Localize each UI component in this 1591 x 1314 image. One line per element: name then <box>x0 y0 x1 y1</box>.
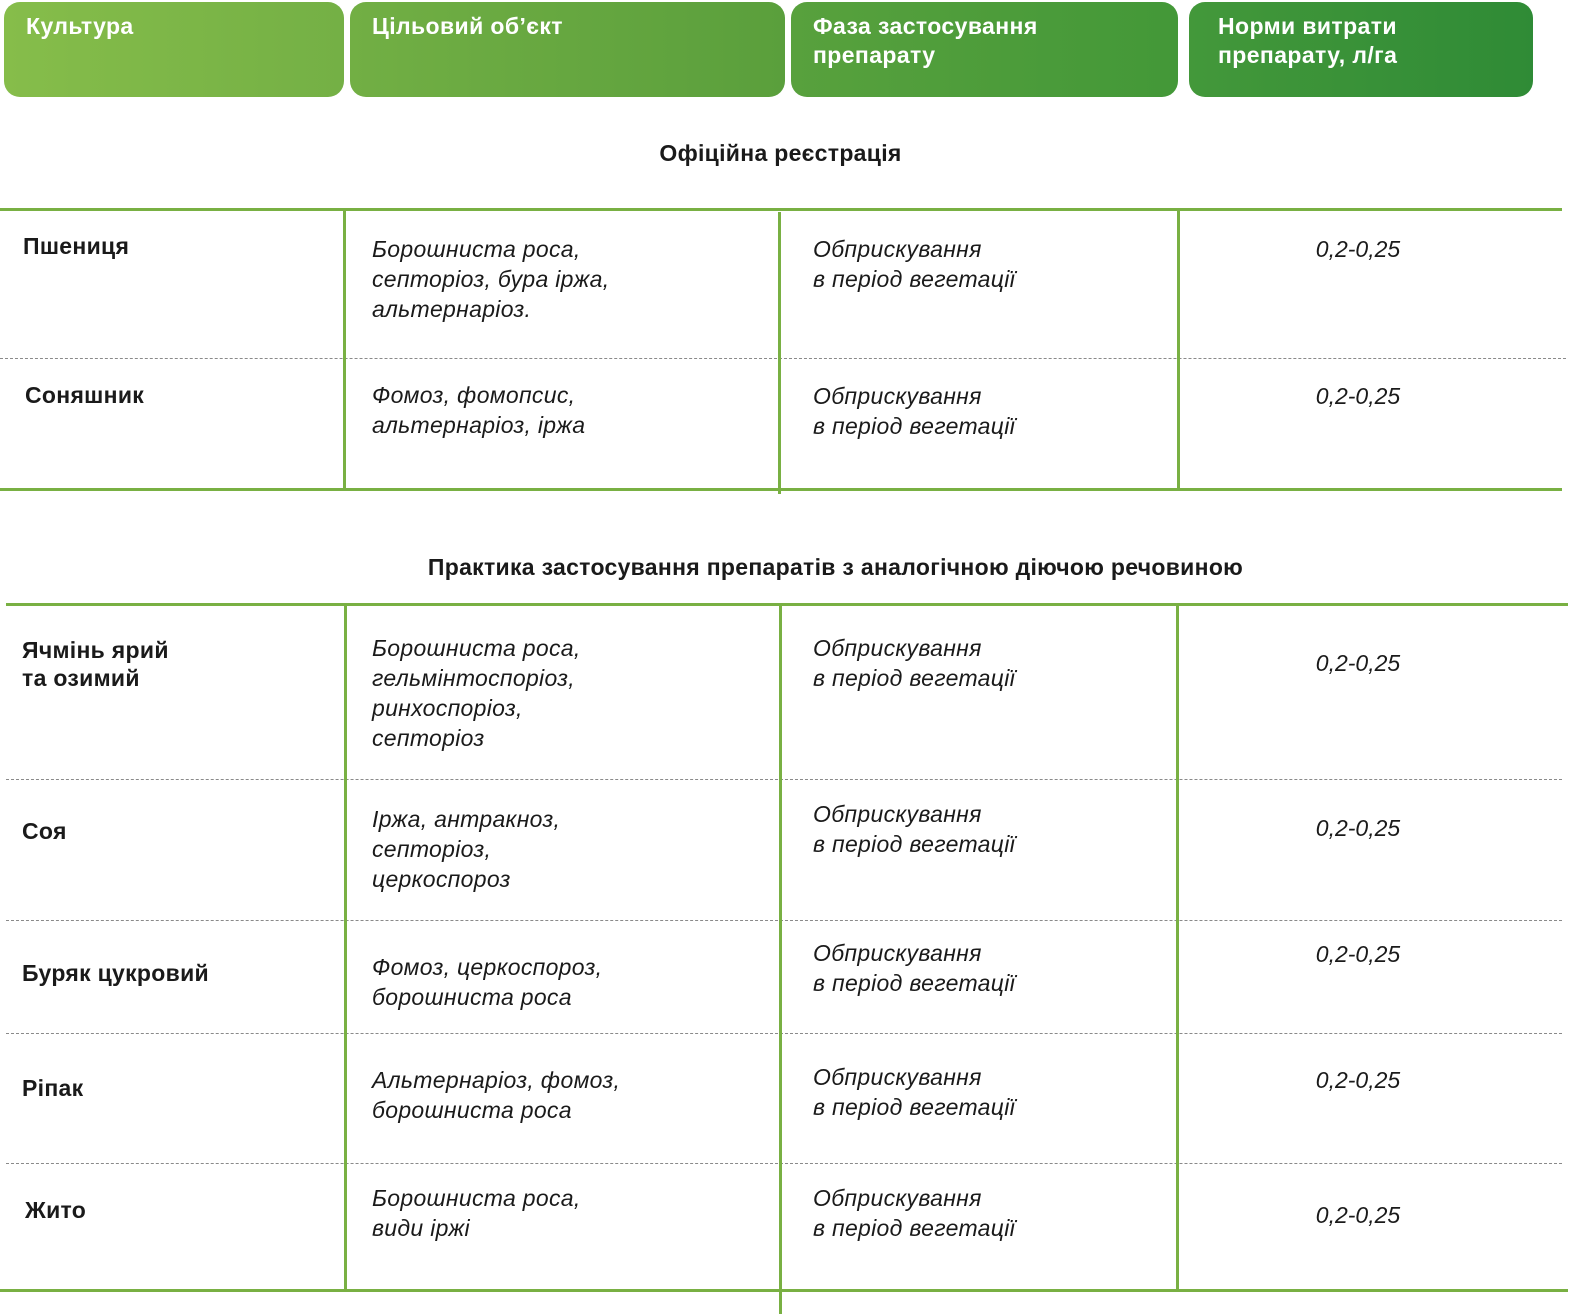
practice-row-4-rate: 0,2-0,25 <box>1315 1067 1401 1093</box>
practice-row-3-target: Фомоз, церкоспороз, борошниста роса <box>372 952 602 1012</box>
official-table-top-rule <box>0 208 1562 211</box>
header-phase: Фаза застосування препарату <box>791 2 1178 97</box>
target-line: Фомоз, церкоспороз, <box>372 954 603 980</box>
practice-col-divider-2 <box>779 605 782 1314</box>
practice-row-1-target: Борошниста роса, гельмінтоспоріоз, ринхо… <box>372 633 581 753</box>
header-crop-label: Культура <box>26 13 134 39</box>
crop-name: Буряк цукровий <box>22 960 209 986</box>
practice-row-5-rate: 0,2-0,25 <box>1315 1202 1401 1228</box>
phase-line: в період вегетації <box>813 665 1016 691</box>
target-line: борошниста роса <box>372 984 572 1010</box>
official-row-divider <box>0 358 1566 359</box>
practice-row-3-rate: 0,2-0,25 <box>1315 941 1401 967</box>
official-col-divider-2 <box>778 212 781 494</box>
section-official-text: Офіційна реєстрація <box>659 140 902 166</box>
practice-row-divider-2 <box>6 920 1562 921</box>
phase-line: Обприскування <box>813 801 982 827</box>
practice-row-5-crop: Жито <box>25 1195 86 1225</box>
practice-row-2-crop: Соя <box>22 816 67 846</box>
practice-row-4-phase: Обприскування в період вегетації <box>813 1062 1015 1122</box>
target-line: альтернаріоз. <box>372 296 532 322</box>
practice-row-5-phase: Обприскування в період вегетації <box>813 1183 1015 1243</box>
crop-name: та озимий <box>22 665 140 691</box>
phase-line: в період вегетації <box>813 413 1016 439</box>
official-row-1-rate: 0,2-0,25 <box>1315 236 1401 262</box>
target-line: церкоспороз <box>372 866 511 892</box>
practice-row-1-phase: Обприскування в період вегетації <box>813 633 1015 693</box>
header-rate-line2: препарату, л/га <box>1218 42 1398 68</box>
header-phase-line2: препарату <box>813 42 936 68</box>
target-line: Фомоз, фомопсис, <box>372 382 576 408</box>
crop-name: Соняшник <box>25 382 145 408</box>
official-row-1-target: Борошниста роса, септоріоз, бура іржа, а… <box>372 234 609 324</box>
crop-name: Соя <box>22 818 67 844</box>
phase-line: Обприскування <box>813 383 982 409</box>
section-practice-title: Практика застосування препаратів з анало… <box>0 554 1591 581</box>
practice-row-3-crop: Буряк цукровий <box>22 958 209 988</box>
practice-row-5-target: Борошниста роса, види іржі <box>372 1183 581 1243</box>
header-phase-line1: Фаза застосування <box>813 13 1038 39</box>
header-rate-line1: Норми витрати <box>1218 13 1397 39</box>
section-practice-text: Практика застосування препаратів з анало… <box>427 554 1244 580</box>
phase-line: Обприскування <box>813 1064 982 1090</box>
target-line: септоріоз, <box>372 836 492 862</box>
target-line: гельмінтоспоріоз, <box>372 665 575 691</box>
phase-line: в період вегетації <box>813 831 1016 857</box>
practice-row-2-target: Іржа, антракноз, септоріоз, церкоспороз <box>372 804 560 894</box>
official-col-divider-1 <box>343 210 346 490</box>
practice-row-2-rate: 0,2-0,25 <box>1315 815 1401 841</box>
practice-row-divider-3 <box>6 1033 1562 1034</box>
official-table-bottom-rule <box>0 488 1562 491</box>
crop-name: Ячмінь ярий <box>22 637 169 663</box>
practice-row-4-target: Альтернаріоз, фомоз, борошниста роса <box>372 1065 620 1125</box>
header-rate: Норми витрати препарату, л/га <box>1189 2 1533 97</box>
practice-row-1-rate: 0,2-0,25 <box>1315 650 1401 676</box>
practice-col-divider-3 <box>1176 605 1179 1289</box>
phase-line: в період вегетації <box>813 1215 1016 1241</box>
phase-line: Обприскування <box>813 236 982 262</box>
official-col-divider-3 <box>1177 210 1180 490</box>
phase-line: Обприскування <box>813 1185 982 1211</box>
official-row-2-rate: 0,2-0,25 <box>1315 383 1401 409</box>
target-line: септоріоз <box>372 725 485 751</box>
phase-line: в період вегетації <box>813 970 1016 996</box>
target-line: борошниста роса <box>372 1097 572 1123</box>
phase-line: Обприскування <box>813 940 982 966</box>
practice-table-top-rule <box>6 603 1568 606</box>
crop-name: Пшениця <box>23 233 130 259</box>
header-crop: Культура <box>4 2 344 97</box>
target-line: Борошниста роса, <box>372 1185 581 1211</box>
practice-col-divider-1 <box>344 605 347 1289</box>
practice-row-2-phase: Обприскування в період вегетації <box>813 799 1015 859</box>
crop-name: Ріпак <box>22 1075 84 1101</box>
practice-row-1-crop: Ячмінь ярий та озимий <box>22 636 169 692</box>
target-line: Борошниста роса, <box>372 236 581 262</box>
practice-row-divider-4 <box>6 1163 1562 1164</box>
phase-line: в період вегетації <box>813 1094 1016 1120</box>
official-row-1-crop: Пшениця <box>23 231 129 261</box>
official-row-1-phase: Обприскування в період вегетації <box>813 234 1015 294</box>
official-row-2-target: Фомоз, фомопсис, альтернаріоз, іржа <box>372 380 585 440</box>
practice-row-3-phase: Обприскування в період вегетації <box>813 938 1015 998</box>
header-target: Цільовий об’єкт <box>350 2 785 97</box>
official-row-2-crop: Соняшник <box>25 380 144 410</box>
target-line: Борошниста роса, <box>372 635 581 661</box>
target-line: ринхоспоріоз, <box>372 695 523 721</box>
phase-line: в період вегетації <box>813 266 1016 292</box>
target-line: септоріоз, бура іржа, <box>372 266 610 292</box>
section-official-title: Офіційна реєстрація <box>0 140 1591 167</box>
practice-row-divider-1 <box>6 779 1562 780</box>
practice-table-bottom-rule <box>0 1289 1568 1292</box>
official-row-2-phase: Обприскування в період вегетації <box>813 381 1015 441</box>
target-line: види іржі <box>372 1215 470 1241</box>
crop-name: Жито <box>25 1197 87 1223</box>
phase-line: Обприскування <box>813 635 982 661</box>
header-target-label: Цільовий об’єкт <box>372 13 563 39</box>
target-line: альтернаріоз, іржа <box>372 412 586 438</box>
practice-row-4-crop: Ріпак <box>22 1073 83 1103</box>
target-line: Альтернаріоз, фомоз, <box>372 1067 621 1093</box>
target-line: Іржа, антракноз, <box>372 806 561 832</box>
